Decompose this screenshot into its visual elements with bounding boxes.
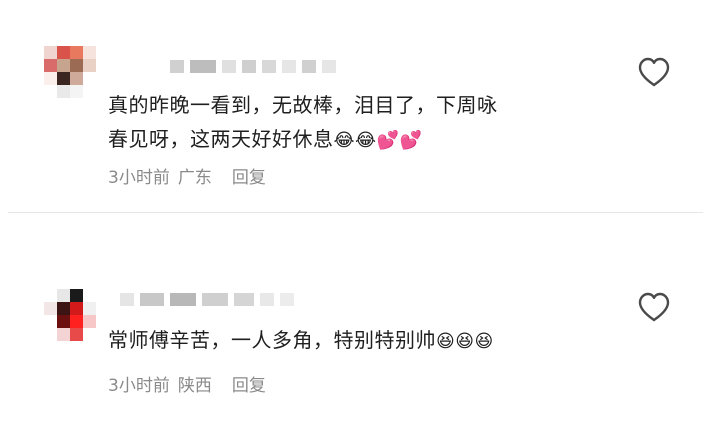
emoji-laugh: 😂	[355, 129, 377, 151]
comment-text-line: 常师傅辛苦，一人多角，特别特别帅😆😆😆	[108, 323, 608, 357]
comment-text-line: 真的昨晚一看到，无故棒，泪目了，下周咏	[108, 93, 498, 117]
username-redacted[interactable]	[120, 293, 294, 306]
comment-text-line-2: 春见呀，这两天好好休息	[108, 127, 334, 151]
comment-text: 真的昨晚一看到，无故棒，泪目了，下周咏 春见呀，这两天好好休息😂😂💕💕	[108, 88, 608, 156]
comment-time: 3小时前	[108, 376, 170, 396]
comment-location: 广东	[177, 168, 212, 188]
emoji-hearts: 💕	[376, 129, 400, 151]
emoji-laugh: 😆	[474, 330, 494, 352]
emoji-laugh: 😆	[455, 330, 475, 352]
comment-text: 常师傅辛苦，一人多角，特别特别帅😆😆😆	[108, 323, 608, 357]
like-heart-icon[interactable]	[637, 56, 671, 88]
comment-meta: 3小时前 陕西 回复	[108, 371, 266, 396]
comment-text-line-1: 常师傅辛苦，一人多角，特别特别帅	[108, 328, 436, 352]
reply-button[interactable]: 回复	[232, 163, 266, 188]
reply-button[interactable]: 回复	[232, 371, 266, 396]
comment-text-line: 春见呀，这两天好好休息😂😂💕💕	[108, 122, 608, 156]
avatar[interactable]	[44, 289, 96, 341]
comment-time: 3小时前	[108, 168, 170, 188]
comment-item-2: 常师傅辛苦，一人多角，特别特别帅😆😆😆 3小时前 陕西 回复	[0, 213, 711, 433]
comment-location: 陕西	[177, 376, 212, 396]
avatar[interactable]	[44, 46, 96, 98]
username-redacted[interactable]	[170, 60, 336, 73]
comment-item-1: 真的昨晚一看到，无故棒，泪目了，下周咏 春见呀，这两天好好休息😂😂💕💕 3小时前…	[0, 0, 711, 212]
comment-meta: 3小时前 广东 回复	[108, 163, 266, 188]
emoji-laugh: 😂	[333, 129, 356, 151]
emoji-laugh: 😆	[436, 330, 456, 352]
like-heart-icon[interactable]	[637, 291, 671, 323]
emoji-hearts: 💕	[399, 129, 423, 151]
